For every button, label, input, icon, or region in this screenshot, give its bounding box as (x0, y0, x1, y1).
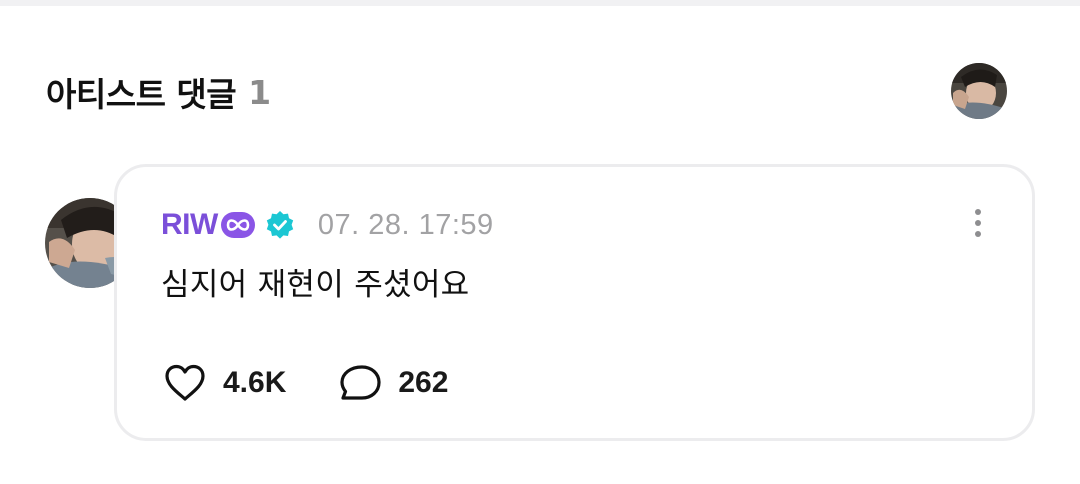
more-options-button[interactable] (963, 203, 993, 243)
infinity-badge-icon (220, 212, 256, 238)
artist-avatar[interactable] (951, 63, 1007, 119)
comment-count: 1 (248, 72, 272, 112)
comment-actions: 4.6K 262 (163, 363, 500, 403)
like-count: 4.6K (223, 366, 287, 399)
speech-bubble-icon (340, 365, 381, 400)
more-vertical-icon (975, 209, 981, 215)
avatar-image (951, 63, 1007, 119)
section-title: 아티스트 댓글 (46, 75, 237, 114)
top-divider (0, 0, 1080, 6)
comment-timestamp: 07. 28. 17:59 (317, 208, 494, 241)
section-header: 아티스트 댓글 1 (46, 66, 271, 118)
reply-count: 262 (398, 366, 449, 399)
verified-check-icon (264, 209, 296, 241)
reply-button[interactable]: 262 (338, 363, 448, 403)
comment-meta: RIW 07. 28. 17:59 (161, 205, 494, 245)
heart-outline-icon (165, 364, 205, 401)
comment-card: RIW 07. 28. 17:59 심지어 재현이 주셨어요 4.6K 262 (114, 164, 1035, 441)
comment-body: 심지어 재현이 주셨어요 (161, 267, 470, 303)
like-button[interactable]: 4.6K (163, 363, 286, 403)
author-name[interactable]: RIW (161, 208, 218, 242)
